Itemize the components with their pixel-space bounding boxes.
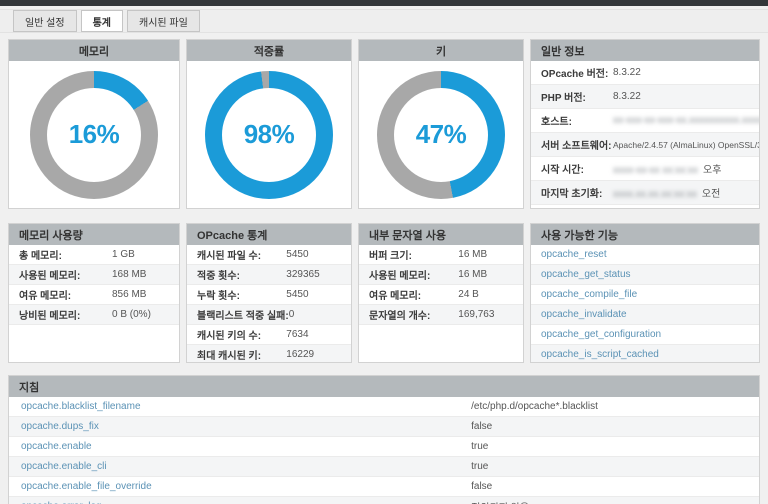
interned-strings-title: 내부 문자열 사용 (359, 224, 523, 245)
redacted-host-value: xx-xxx-xx-xxx-xx.xxxxxxxxxx.xxxxx (613, 115, 760, 126)
keys-chart-title: 키 (359, 40, 523, 61)
memory-chart-panel: 메모리 16% (8, 39, 180, 209)
list-item: opcache_invalidate (531, 305, 759, 325)
info-row-last-reset: 마지막 초기화: xxxx.xx.xx.xx:xx:xx오전 (531, 181, 759, 205)
opcache-get-configuration-link[interactable]: opcache_get_configuration (541, 329, 661, 340)
available-functions-panel: 사용 가능한 기능 opcache_reset opcache_get_stat… (530, 223, 760, 363)
info-row-server-software: 서버 소프트웨어: Apache/2.4.57 (AlmaLinux) Open… (531, 133, 759, 157)
keys-percent-label: 47% (416, 119, 467, 150)
directive-enable-link[interactable]: opcache.enable (21, 441, 471, 452)
table-row: 낭비된 메모리: 0 B (0%) (9, 305, 179, 325)
directive-enable-cli-link[interactable]: opcache.enable_cli (21, 461, 471, 472)
statistics-page: 메모리 16% 적중률 98% 키 47% 일 (0, 39, 768, 504)
info-row-start-time: 시작 시간: xxxx-xx-xx xx:xx:xx오후 (531, 157, 759, 181)
table-row: 최대 캐시된 키: 16229 (187, 345, 351, 363)
hit-rate-chart-panel: 적중률 98% (186, 39, 352, 209)
memory-usage-title: 메모리 사용량 (9, 224, 179, 245)
opcache-reset-link[interactable]: opcache_reset (541, 249, 607, 260)
table-row: 블랙리스트 적중 실패: 0 (187, 305, 351, 325)
table-row: 총 메모리: 1 GB (9, 245, 179, 265)
directives-title: 지침 (9, 376, 759, 397)
tab-general-settings[interactable]: 일반 설정 (13, 10, 77, 32)
general-info-panel: 일반 정보 OPcache 버전: 8.3.22 PHP 버전: 8.3.22 … (530, 39, 760, 209)
list-item: opcache_get_configuration (531, 325, 759, 345)
table-row: opcache.enable true (9, 437, 759, 457)
window-top-bar (0, 0, 768, 6)
table-row: 적중 횟수: 329365 (187, 265, 351, 285)
table-row: 사용된 메모리: 16 MB (359, 265, 523, 285)
info-row-opcache-version: OPcache 버전: 8.3.22 (531, 61, 759, 85)
table-row: opcache.dups_fix false (9, 417, 759, 437)
list-item: opcache_is_script_cached (531, 345, 759, 363)
directive-enable-file-override-link[interactable]: opcache.enable_file_override (21, 481, 471, 492)
table-row: opcache.blacklist_filename /etc/php.d/op… (9, 397, 759, 417)
table-row: opcache.enable_cli true (9, 457, 759, 477)
directives-panel: 지침 opcache.blacklist_filename /etc/php.d… (8, 375, 760, 504)
list-item: opcache_reset (531, 245, 759, 265)
table-row: opcache.error_log 정의되지 않음 (9, 497, 759, 504)
keys-donut-chart: 47% (377, 71, 505, 199)
directive-blacklist-filename-link[interactable]: opcache.blacklist_filename (21, 401, 471, 412)
memory-usage-panel: 메모리 사용량 총 메모리: 1 GB 사용된 메모리: 168 MB 여유 메… (8, 223, 180, 363)
tab-cached-files[interactable]: 캐시된 파일 (127, 10, 200, 32)
memory-percent-label: 16% (69, 119, 120, 150)
keys-chart-panel: 키 47% (358, 39, 524, 209)
general-info-title: 일반 정보 (531, 40, 759, 61)
table-row: 문자열의 개수: 169,763 (359, 305, 523, 325)
table-row: 사용된 메모리: 168 MB (9, 265, 179, 285)
tab-bar: 일반 설정 통계 캐시된 파일 (0, 9, 768, 33)
tab-statistics[interactable]: 통계 (81, 10, 123, 32)
table-row: 누락 횟수: 5450 (187, 285, 351, 305)
directive-dups-fix-link[interactable]: opcache.dups_fix (21, 421, 471, 432)
opcache-is-script-cached-link[interactable]: opcache_is_script_cached (541, 349, 659, 360)
opcache-stats-panel: OPcache 통계 캐시된 파일 수: 5450 적중 횟수: 329365 … (186, 223, 352, 363)
hit-rate-chart-title: 적중률 (187, 40, 351, 61)
table-row: 버퍼 크기: 16 MB (359, 245, 523, 265)
redacted-last-reset: xxxx.xx.xx.xx:xx:xx (613, 189, 697, 200)
info-row-host: 호스트: xx-xxx-xx-xxx-xx.xxxxxxxxxx.xxxxx (531, 109, 759, 133)
memory-donut-chart: 16% (30, 71, 158, 199)
hit-rate-donut-chart: 98% (205, 71, 333, 199)
hit-rate-percent-label: 98% (244, 119, 295, 150)
memory-chart-title: 메모리 (9, 40, 179, 61)
table-row: 여유 메모리: 24 B (359, 285, 523, 305)
available-functions-title: 사용 가능한 기능 (531, 224, 759, 245)
list-item: opcache_get_status (531, 265, 759, 285)
list-item: opcache_compile_file (531, 285, 759, 305)
table-row: opcache.enable_file_override false (9, 477, 759, 497)
redacted-start-time: xxxx-xx-xx xx:xx:xx (613, 165, 698, 176)
opcache-stats-title: OPcache 통계 (187, 224, 351, 245)
interned-strings-panel: 내부 문자열 사용 버퍼 크기: 16 MB 사용된 메모리: 16 MB 여유… (358, 223, 524, 363)
table-row: 여유 메모리: 856 MB (9, 285, 179, 305)
table-row: 캐시된 파일 수: 5450 (187, 245, 351, 265)
opcache-invalidate-link[interactable]: opcache_invalidate (541, 309, 627, 320)
table-row: 캐시된 키의 수: 7634 (187, 325, 351, 345)
info-row-php-version: PHP 버전: 8.3.22 (531, 85, 759, 109)
opcache-compile-file-link[interactable]: opcache_compile_file (541, 289, 637, 300)
opcache-get-status-link[interactable]: opcache_get_status (541, 269, 631, 280)
